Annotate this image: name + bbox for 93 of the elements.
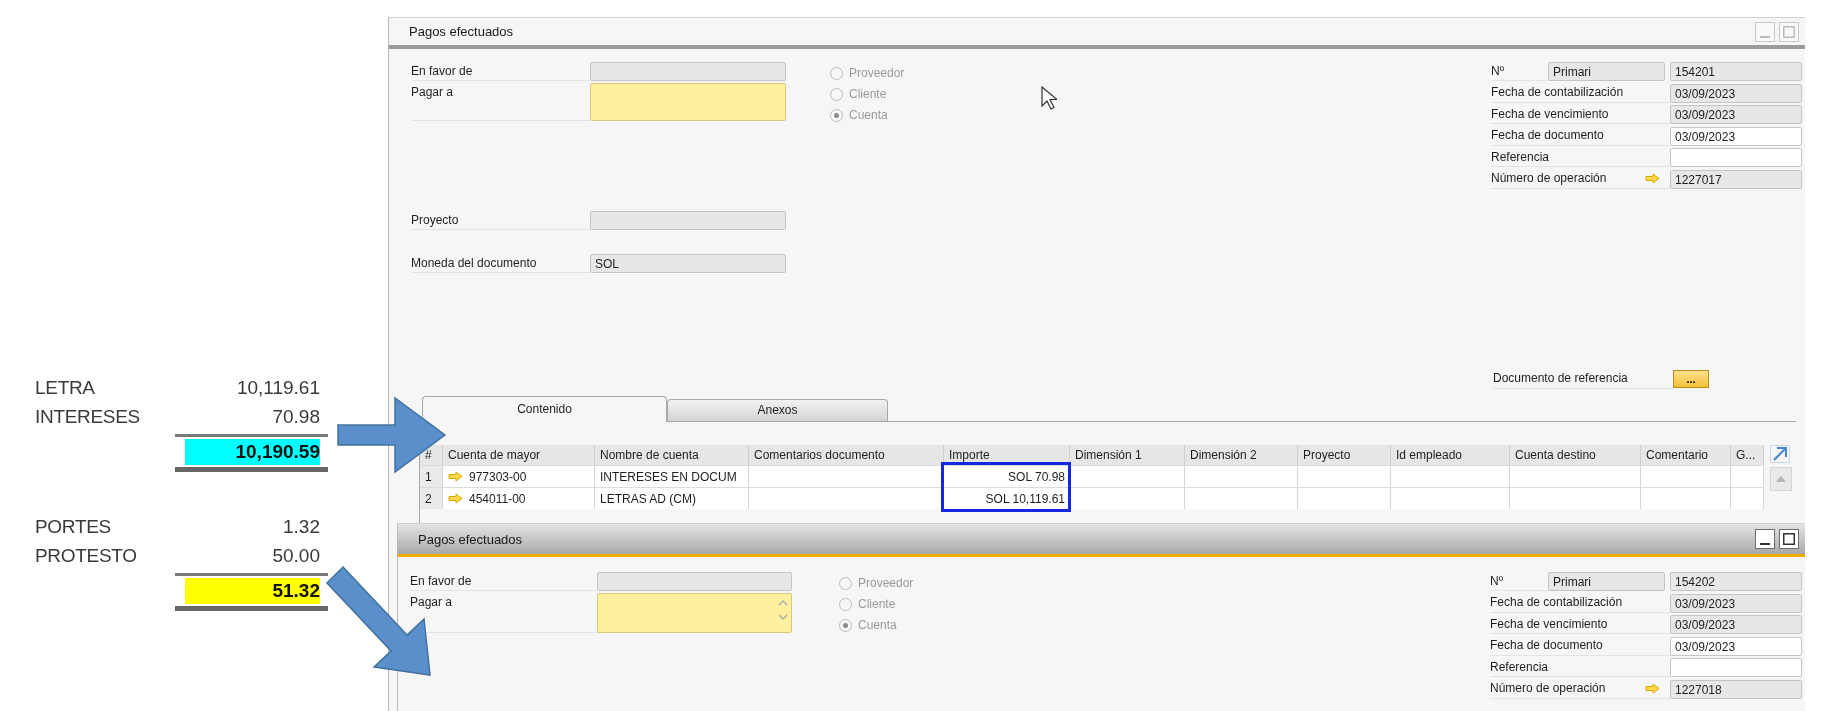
input-field[interactable]: 03/09/2023	[1670, 105, 1802, 124]
amount-value: 70.98	[271, 405, 320, 429]
field-label: Fecha de documento	[1490, 636, 1670, 656]
column-header[interactable]: Id empleado	[1391, 445, 1510, 465]
input-field[interactable]: 154201	[1670, 62, 1802, 81]
radio-button[interactable]	[830, 108, 843, 122]
field-label: Fecha de vencimiento	[1491, 105, 1670, 124]
table-cell-text: 977303-00	[469, 468, 527, 486]
amount-value: 50.00	[271, 544, 320, 568]
table-cell: LETRAS AD (CM)	[595, 487, 749, 509]
row-label: PROTESTO	[35, 544, 138, 568]
browse-button[interactable]: ...	[1673, 370, 1709, 388]
field-label: Documento de referencia	[1493, 369, 1673, 389]
field-label: Fecha de documento	[1491, 126, 1670, 146]
column-header[interactable]: G...	[1731, 445, 1764, 465]
row-label: LETRA	[35, 376, 96, 400]
row-number: 2	[420, 487, 443, 509]
column-header[interactable]: Nombre de cuenta	[595, 445, 749, 465]
field-label: Número de operación	[1490, 680, 1606, 697]
window-title: Pagos efectuados	[418, 531, 523, 547]
input-field[interactable]	[590, 211, 786, 230]
tab[interactable]: Anexos	[667, 399, 888, 421]
field-label: Número de operación	[1491, 170, 1607, 187]
series-field[interactable]: Primari	[1548, 572, 1665, 591]
table-cell-text: 454011-00	[469, 490, 526, 508]
column-header[interactable]: Importe	[944, 445, 1070, 465]
maximize-icon	[1783, 533, 1795, 545]
table-cell	[1731, 465, 1764, 487]
input-field[interactable]	[1670, 658, 1802, 677]
row-label: INTERESES	[35, 405, 141, 429]
radio-button[interactable]	[839, 597, 852, 611]
field-label: Fecha de vencimiento	[1490, 615, 1670, 634]
table-cell: SOL 10,119.61	[944, 487, 1070, 509]
field-label: Fecha de contabilización	[1491, 83, 1670, 103]
amount-value: 10,119.61	[235, 376, 320, 400]
table-cell	[1731, 487, 1764, 509]
radio-button[interactable]	[830, 87, 843, 101]
column-header[interactable]: Proyecto	[1298, 445, 1391, 465]
input-field[interactable]: 03/09/2023	[1670, 126, 1802, 146]
total-cell: 10,190.59	[185, 439, 320, 465]
column-header[interactable]: Comentarios documento	[749, 445, 944, 465]
amount-value: 1.32	[282, 515, 320, 539]
column-header[interactable]: Cuenta destino	[1510, 445, 1641, 465]
input-field[interactable]: 03/09/2023	[1670, 636, 1802, 656]
field-label: En favor de	[411, 62, 590, 81]
input-field[interactable]: 1227018	[1670, 679, 1802, 699]
column-header[interactable]: Comentario	[1641, 445, 1731, 465]
window-title: Pagos efectuados	[409, 24, 514, 39]
input-field[interactable]	[590, 83, 786, 121]
input-field[interactable]: 03/09/2023	[1670, 593, 1802, 613]
link-arrow-icon[interactable]	[448, 493, 463, 504]
input-field[interactable]	[597, 572, 792, 591]
row-number: 1	[420, 465, 443, 487]
table-cell: INTERESES EN DOCUM	[595, 465, 749, 487]
field-label: Referencia	[1490, 658, 1670, 677]
field-label: Proyecto	[411, 211, 590, 230]
table-cell: SOL 70.98	[944, 465, 1070, 487]
field-label: Fecha de contabilización	[1490, 593, 1670, 613]
field-label: En favor de	[410, 572, 597, 591]
link-arrow-icon[interactable]	[1645, 173, 1660, 184]
mouse-pointer-icon	[1041, 86, 1057, 110]
minimize-button[interactable]	[1755, 529, 1775, 549]
maximize-icon	[1783, 25, 1795, 38]
up-chevron-icon[interactable]	[778, 599, 788, 606]
up-triangle-icon	[1776, 476, 1786, 482]
minimize-icon	[1760, 35, 1770, 38]
input-field[interactable]: 154202	[1670, 572, 1802, 591]
minimize-icon	[1760, 543, 1770, 545]
input-field[interactable]: SOL	[590, 254, 786, 273]
input-field[interactable]: 03/09/2023	[1670, 615, 1802, 634]
link-arrow-icon[interactable]	[1645, 683, 1660, 694]
column-header[interactable]: Cuenta de mayor	[443, 445, 595, 465]
row-label: PORTES	[35, 515, 112, 539]
series-field[interactable]: Primari	[1548, 62, 1665, 81]
tab[interactable]: Contenido	[422, 396, 667, 422]
radio-button[interactable]	[839, 576, 852, 590]
maximize-button[interactable]	[1779, 529, 1799, 549]
input-field[interactable]: 03/09/2023	[1670, 83, 1802, 103]
scroll-up-button[interactable]	[1770, 467, 1792, 491]
radio-button[interactable]	[839, 618, 852, 632]
radio-button[interactable]	[830, 66, 843, 80]
input-field[interactable]: 1227017	[1670, 169, 1802, 189]
down-chevron-icon[interactable]	[778, 614, 788, 621]
field-label: Referencia	[1491, 148, 1670, 167]
column-header[interactable]: Dimensión 2	[1185, 445, 1298, 465]
field-label: Moneda del documento	[411, 254, 590, 273]
total-cell: 51.32	[185, 578, 320, 604]
expand-arrow-icon[interactable]	[1770, 445, 1790, 463]
link-arrow-icon[interactable]	[448, 471, 463, 482]
input-field[interactable]	[597, 593, 792, 633]
input-field[interactable]	[1670, 148, 1802, 167]
input-field[interactable]	[590, 62, 786, 81]
column-header[interactable]: Dimensión 1	[1070, 445, 1185, 465]
